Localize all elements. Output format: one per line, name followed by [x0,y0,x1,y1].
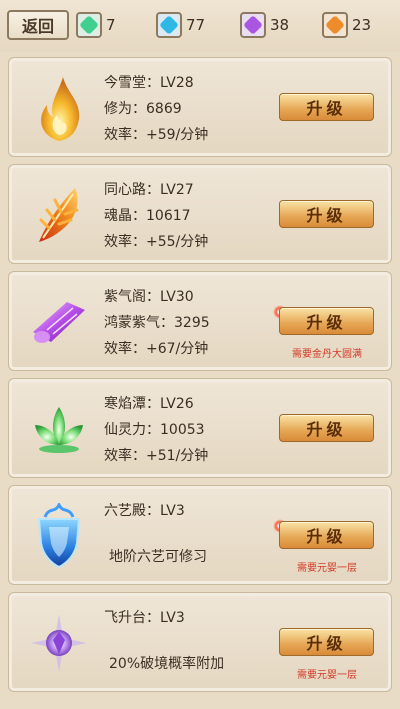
building-rate: 效率：+59/分钟 [104,127,209,143]
purple-gem-icon [240,12,266,38]
green-lotus-icon [21,391,97,467]
resource-orange: 23 [322,10,371,40]
back-button[interactable]: 返回 [7,10,69,40]
building-name-level: 紫气阁：LV30 [104,289,194,305]
building-stat: 修为：6869 [104,101,182,117]
upgrade-button[interactable]: 升级 [279,307,374,335]
building-card-3: 紫气阁：LV30 鸿蒙紫气：3295 效率：+67/分钟 升级 需要金丹大圆满 [8,271,392,371]
building-card-5: 六艺殿：LV3 地阶六艺可修习 升级 需要元婴一层 [8,485,392,585]
resource-value: 38 [270,16,290,34]
top-bar: 返回 7 77 38 23 [0,0,400,52]
building-rate: 效率：+67/分钟 [104,341,209,357]
building-card-6: 飞升台：LV3 20%破境概率附加 升级 需要元婴一层 [8,592,392,692]
building-description: 20%破境概率附加 [109,656,225,672]
green-gem-icon [76,12,102,38]
building-card-4: 寒焰潭：LV26 仙灵力：10053 效率：+51/分钟 升级 [8,378,392,478]
building-card-1: 今雪堂：LV28 修为：6869 效率：+59/分钟 升级 [8,57,392,157]
upgrade-requirement: 需要金丹大圆满 [292,349,362,360]
upgrade-button[interactable]: 升级 [279,93,374,121]
resource-value: 7 [106,16,116,34]
resource-value: 23 [352,16,372,34]
building-stat: 魂晶：10617 [104,208,191,224]
orange-gem-icon [322,12,348,38]
purple-scroll-icon [21,284,97,360]
upgrade-requirement: 需要元婴一层 [297,670,357,681]
building-name-level: 寒焰潭：LV26 [104,396,194,412]
cyan-gem-icon [156,12,182,38]
upgrade-button[interactable]: 升级 [279,200,374,228]
building-name-level: 六艺殿：LV3 [104,503,185,519]
resource-purple: 38 [240,10,289,40]
building-stat: 鸿蒙紫气：3295 [104,315,210,331]
resource-green: 7 [76,10,116,40]
blue-shield-icon [21,498,97,574]
building-rate: 效率：+55/分钟 [104,234,209,250]
upgrade-requirement: 需要元婴一层 [297,563,357,574]
resource-value: 77 [186,16,206,34]
upgrade-button[interactable]: 升级 [279,628,374,656]
fire-feather-icon [21,177,97,253]
building-rate: 效率：+51/分钟 [104,448,209,464]
upgrade-button[interactable]: 升级 [279,521,374,549]
upgrade-button[interactable]: 升级 [279,414,374,442]
resource-cyan: 77 [156,10,205,40]
building-name-level: 同心路：LV27 [104,182,194,198]
building-card-2: 同心路：LV27 魂晶：10617 效率：+55/分钟 升级 [8,164,392,264]
building-name-level: 今雪堂：LV28 [104,75,194,91]
building-name-level: 飞升台：LV3 [104,610,185,626]
building-stat: 仙灵力：10053 [104,422,205,438]
purple-crystal-icon [21,605,97,681]
golden-flame-icon [21,70,97,146]
building-description: 地阶六艺可修习 [109,549,207,565]
